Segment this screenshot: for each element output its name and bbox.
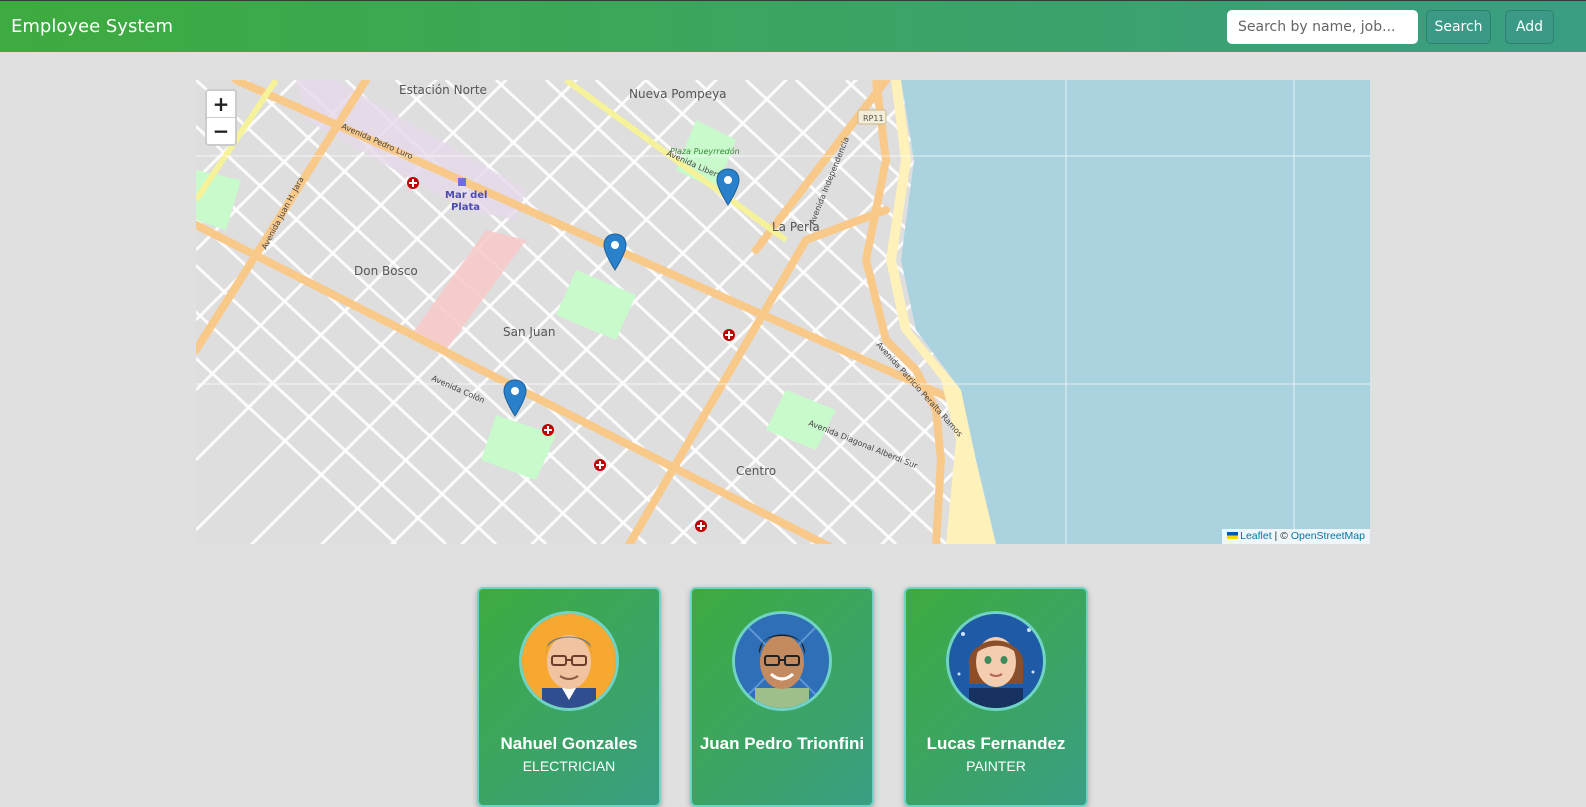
map-marker-pin[interactable] <box>603 233 627 271</box>
employee-map[interactable]: Estación Norte Nueva Pompeya La Perla Do… <box>196 80 1370 544</box>
app-title[interactable]: Employee System <box>11 16 173 37</box>
employee-card[interactable]: Lucas Fernandez PAINTER <box>904 587 1088 807</box>
top-navbar: Employee System Search Add <box>0 0 1586 52</box>
map-attribution: Leaflet | © OpenStreetMap <box>1222 529 1370 544</box>
zoom-control: + − <box>205 89 237 146</box>
employee-name-text: Lucas Fernandez <box>926 734 1066 753</box>
avatar <box>946 611 1046 711</box>
search-button[interactable]: Search <box>1426 10 1491 44</box>
label-plata: Plata <box>451 202 480 213</box>
label-nueva-pompeya: Nueva Pompeya <box>629 87 727 101</box>
map-marker-pin[interactable] <box>503 379 527 417</box>
avatar-man-glasses-icon <box>735 614 829 708</box>
label-rp11: RP11 <box>863 114 884 123</box>
employee-name: Juan Pedro Trionfini <box>692 732 872 756</box>
employee-card[interactable]: Nahuel Gonzales ELECTRICIAN <box>477 587 661 807</box>
label-san-juan: San Juan <box>503 325 556 339</box>
avatar <box>732 611 832 711</box>
employee-name-text: Nahuel Gonzales <box>500 734 638 753</box>
employee-job: ELECTRICIAN <box>522 758 616 774</box>
zoom-out-button[interactable]: − <box>207 118 235 144</box>
leaflet-link[interactable]: Leaflet <box>1240 530 1272 542</box>
map-tiles: Estación Norte Nueva Pompeya La Perla Do… <box>196 80 1370 544</box>
map-marker-pin[interactable] <box>716 168 740 206</box>
label-don-bosco: Don Bosco <box>354 264 418 278</box>
employee-name: Nahuel Gonzales ELECTRICIAN <box>479 732 659 776</box>
employee-card[interactable]: Juan Pedro Trionfini <box>690 587 874 807</box>
avatar <box>519 611 619 711</box>
employee-name: Lucas Fernandez PAINTER <box>906 732 1086 776</box>
employee-job: PAINTER <box>966 758 1026 774</box>
avatar-woman-icon <box>949 614 1043 708</box>
osm-link[interactable]: OpenStreetMap <box>1291 530 1365 542</box>
avatar-man-glasses-icon <box>522 614 616 708</box>
zoom-in-button[interactable]: + <box>207 91 235 118</box>
label-estacion-norte: Estación Norte <box>399 83 487 97</box>
ukraine-flag-icon <box>1227 532 1239 539</box>
label-centro: Centro <box>736 464 776 478</box>
employee-name-text: Juan Pedro Trionfini <box>699 734 865 753</box>
attribution-separator: | © <box>1271 530 1291 542</box>
search-input[interactable] <box>1227 10 1418 44</box>
label-mar-del: Mar del <box>445 190 487 201</box>
add-button[interactable]: Add <box>1505 10 1554 44</box>
